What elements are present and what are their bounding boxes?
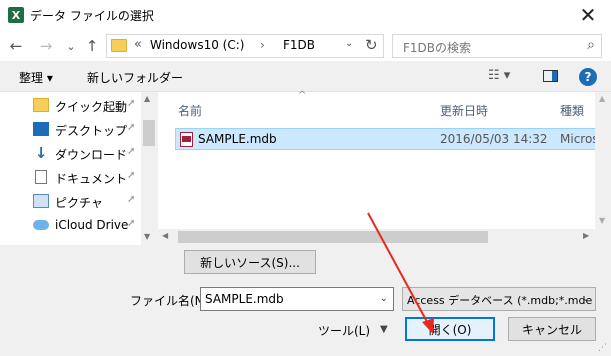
breadcrumb-drive[interactable]: Windows10 (C:) — [150, 38, 244, 52]
chevron-down-icon[interactable]: ⌄ — [345, 38, 353, 49]
forward-icon[interactable]: → — [38, 37, 54, 55]
nav-item-pictures[interactable]: ピクチャ ➚ — [0, 190, 141, 214]
nav-scroll-thumb[interactable] — [143, 120, 155, 146]
nav-item-label: ドキュメント — [55, 172, 128, 186]
refresh-icon[interactable]: ↻ — [365, 36, 378, 54]
new-source-button[interactable]: 新しいソース(S)... — [184, 250, 316, 274]
column-header-name[interactable]: 名前 — [178, 102, 202, 119]
tools-menu[interactable]: ツール(L) — [318, 322, 370, 339]
file-list-hscrollbar[interactable]: ◀ ▶ — [158, 229, 611, 245]
scroll-up-icon[interactable]: ▲ — [144, 94, 150, 103]
desktop-icon — [33, 122, 49, 136]
nav-item-desktop[interactable]: デスクトップ ➚ — [0, 118, 141, 142]
view-options-icon[interactable]: ☷ ▾ — [488, 68, 512, 84]
nav-item-label: ピクチャ — [55, 196, 103, 210]
file-row[interactable]: SAMPLE.mdb 2016/05/03 14:32 Microsof — [175, 128, 611, 150]
pin-icon[interactable]: ➚ — [127, 146, 135, 157]
nav-item-downloads[interactable]: ↓ ダウンロード ➚ — [0, 142, 141, 166]
resize-grip-icon[interactable]: ⋰ — [598, 343, 607, 353]
chevron-down-icon[interactable]: ⌄ — [380, 293, 388, 304]
nav-item-quick-access[interactable]: クイック起動 ➚ — [0, 94, 141, 118]
search-placeholder: F1DBの検索 — [403, 41, 472, 55]
column-header-type[interactable]: 種類 — [560, 102, 584, 119]
organize-menu[interactable]: 整理 ▾ — [19, 69, 53, 86]
overflow-chevron-icon[interactable]: « — [134, 37, 142, 52]
scroll-right-icon[interactable]: ▶ — [583, 231, 589, 240]
column-header-date[interactable]: 更新日時 — [440, 102, 488, 119]
excel-icon: X — [8, 7, 24, 23]
nav-item-icloud-drive[interactable]: iCloud Drive ➚ — [0, 214, 141, 238]
file-list: 名前 ^ 更新日時 種類 SAMPLE.mdb 2016/05/03 14:32… — [158, 90, 611, 245]
search-input[interactable]: F1DBの検索 ⌕ — [392, 34, 602, 58]
nav-item-label: デスクトップ — [55, 124, 128, 138]
scroll-down-icon[interactable]: ▼ — [144, 232, 150, 241]
document-icon — [35, 170, 47, 184]
breadcrumb-separator-icon[interactable]: › — [260, 38, 265, 52]
preview-pane-icon[interactable] — [543, 70, 558, 82]
navigation-pane: クイック起動 ➚ デスクトップ ➚ ↓ ダウンロード ➚ ドキュメント ➚ ピク… — [0, 92, 157, 245]
scroll-down-icon[interactable]: ▼ — [599, 216, 605, 225]
nav-item-label: クイック起動 — [55, 100, 128, 114]
nav-scrollbar[interactable]: ▲ ▼ — [141, 92, 157, 245]
command-bar: 整理 ▾ 新しいフォルダー ☷ ▾ ? — [0, 62, 611, 92]
tools-dropdown-icon[interactable]: ▼ — [380, 324, 388, 335]
scroll-up-icon[interactable]: ▲ — [599, 94, 605, 103]
nav-item-label: ダウンロード — [55, 148, 128, 162]
up-icon[interactable]: ↑ — [84, 37, 100, 55]
file-list-vscrollbar[interactable]: ▲ ▼ — [595, 92, 611, 229]
file-date: 2016/05/03 14:32 — [440, 132, 548, 146]
cancel-button[interactable]: キャンセル — [508, 317, 596, 341]
scroll-left-icon[interactable]: ◀ — [162, 231, 168, 240]
title-bar: X データ ファイルの選択 ✕ — [0, 0, 611, 31]
back-icon[interactable]: ← — [8, 37, 24, 55]
help-icon[interactable]: ? — [579, 68, 597, 86]
filetype-select[interactable]: Access データベース (*.mdb;*.mde ⌄ — [402, 287, 596, 311]
pin-icon[interactable]: ➚ — [127, 98, 135, 109]
pin-icon[interactable]: ➚ — [127, 170, 135, 181]
pictures-icon — [33, 194, 49, 208]
download-icon: ↓ — [34, 144, 48, 162]
new-folder-button[interactable]: 新しいフォルダー — [87, 69, 183, 86]
nav-item-documents[interactable]: ドキュメント ➚ — [0, 166, 141, 190]
filename-field[interactable]: SAMPLE.mdb ⌄ — [200, 287, 394, 311]
filename-value: SAMPLE.mdb — [205, 292, 284, 306]
access-file-icon — [180, 132, 193, 147]
folder-icon — [33, 98, 49, 112]
close-button[interactable]: ✕ — [575, 2, 601, 28]
file-name: SAMPLE.mdb — [198, 132, 277, 146]
nav-item-label: iCloud Drive — [55, 218, 129, 232]
hscroll-thumb[interactable] — [178, 231, 488, 243]
cloud-icon — [33, 220, 49, 230]
pin-icon[interactable]: ➚ — [127, 218, 135, 229]
pin-icon[interactable]: ➚ — [127, 194, 135, 205]
window-title: データ ファイルの選択 — [30, 9, 154, 23]
recent-locations-icon[interactable]: ⌄ — [63, 38, 79, 54]
address-row: ← → ⌄ ↑ « Windows10 (C:) › F1DB ⌄ ↻ F1DB… — [0, 31, 611, 61]
pin-icon[interactable]: ➚ — [127, 122, 135, 133]
open-button[interactable]: 開く(O) — [405, 317, 495, 341]
filetype-value: Access データベース (*.mdb;*.mde — [407, 294, 593, 307]
address-bar[interactable]: « Windows10 (C:) › F1DB ⌄ ↻ — [106, 34, 384, 58]
breadcrumb-folder[interactable]: F1DB — [283, 38, 315, 52]
sort-ascending-icon: ^ — [298, 90, 307, 101]
chevron-down-icon[interactable]: ⌄ — [582, 293, 590, 304]
folder-icon — [111, 39, 127, 52]
search-icon: ⌕ — [587, 37, 595, 53]
